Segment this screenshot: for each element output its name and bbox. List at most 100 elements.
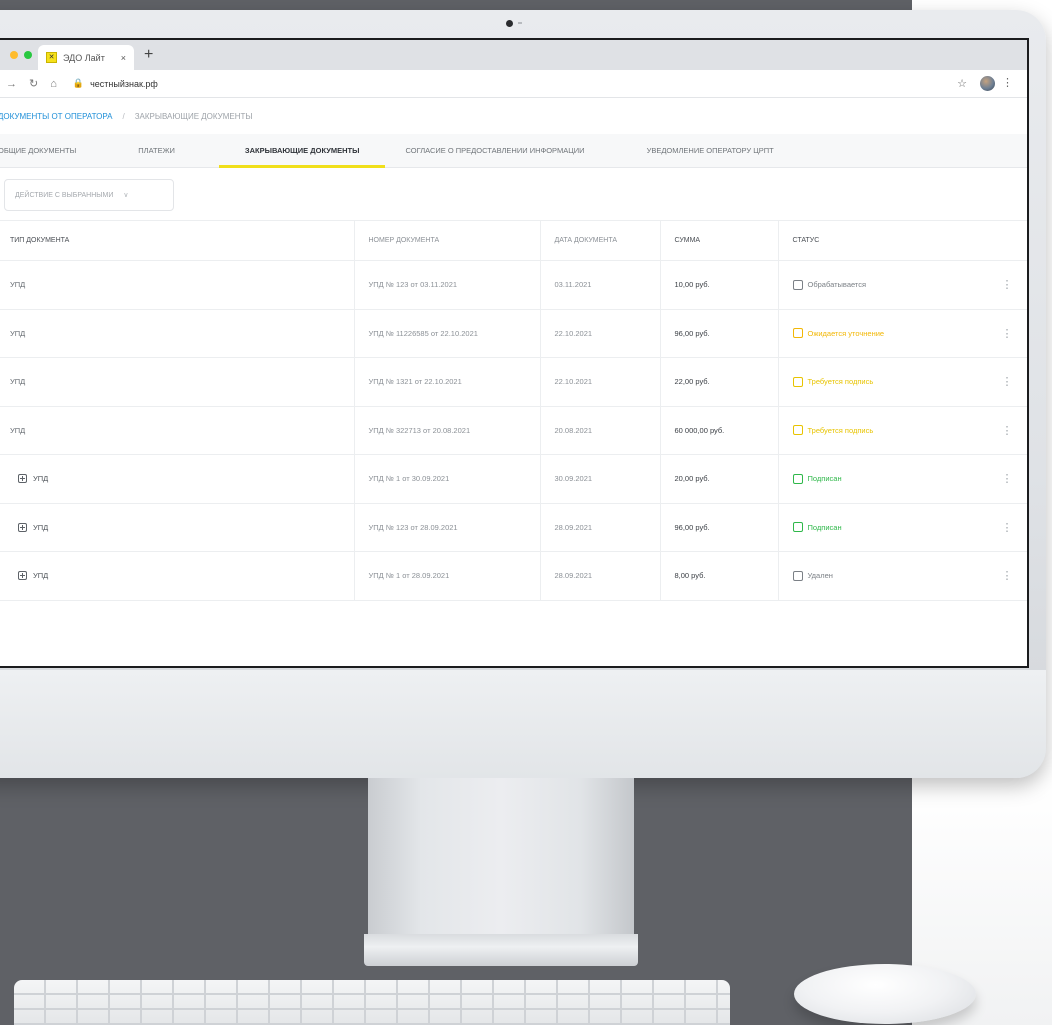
camera	[506, 20, 513, 27]
expand-icon[interactable]	[18, 571, 27, 581]
cell-sum: 22,00 руб.	[659, 357, 778, 407]
cell-status: Требуется подпись	[777, 406, 987, 455]
close-tab-icon[interactable]: ×	[121, 53, 126, 63]
status-icon	[792, 473, 803, 484]
cell-type: УПД	[0, 454, 354, 504]
new-tab-button[interactable]: +	[144, 46, 153, 64]
document-tabs: ОБЩИЕ ДОКУМЕНТЫ ПЛАТЕЖИ ЗАКРЫВАЮЩИЕ ДОКУ…	[0, 134, 1027, 168]
screen-bezel: ✕ ЭДО Лайт × + → ↻ ⌂ 🔒 честныйзнак.рф ☆ …	[0, 38, 1029, 668]
status-badge: Ожидается уточнение	[807, 328, 885, 338]
row-menu-icon[interactable]: ⋮	[987, 406, 1027, 455]
cell-type: УПД	[0, 309, 354, 358]
status-icon	[792, 279, 803, 290]
row-menu-icon[interactable]: ⋮	[987, 454, 1027, 504]
expand-icon[interactable]	[18, 522, 27, 532]
tab-information-consent[interactable]: СОГЛАСИЕ О ПРЕДОСТАВЛЕНИИ ИНФОРМАЦИИ	[385, 134, 628, 167]
column-header-type[interactable]: ТИП ДОКУМЕНТА	[0, 220, 354, 261]
status-icon	[792, 570, 803, 581]
url-field[interactable]: честныйзнак.рф	[90, 79, 158, 89]
column-header-number[interactable]: НОМЕР ДОКУМЕНТА	[353, 220, 540, 261]
breadcrumb-separator: /	[122, 111, 125, 121]
browser-tab-strip: ✕ ЭДО Лайт × +	[0, 40, 1027, 70]
status-badge: Требуется подпись	[807, 377, 874, 387]
avatar[interactable]	[980, 76, 995, 91]
cell-sum: 60 000,00 руб.	[659, 406, 778, 455]
browser-window: ✕ ЭДО Лайт × + → ↻ ⌂ 🔒 честныйзнак.рф ☆ …	[0, 40, 1027, 666]
row-menu-icon[interactable]: ⋮	[987, 357, 1027, 407]
monitor-chin	[0, 670, 1046, 778]
cell-sum: 8,00 руб.	[659, 551, 778, 601]
browser-tab[interactable]: ✕ ЭДО Лайт ×	[38, 45, 134, 70]
status-icon	[792, 522, 803, 533]
column-header-sum[interactable]: СУММА	[659, 220, 778, 261]
cell-sum: 20,00 руб.	[659, 454, 778, 504]
cell-date: 03.11.2021	[539, 260, 660, 310]
cell-sum: 96,00 руб.	[659, 309, 778, 358]
status-badge: Подписан	[807, 522, 842, 532]
cell-type: УПД	[0, 406, 354, 455]
toolbar: ДЕЙСТВИЕ С ВЫБРАННЫМИ ∨	[0, 168, 1027, 220]
table-header-row: ТИП ДОКУМЕНТА НОМЕР ДОКУМЕНТА ДАТА ДОКУМ…	[0, 220, 1027, 261]
lock-icon[interactable]: 🔒	[73, 78, 84, 89]
row-menu-icon[interactable]: ⋮	[987, 503, 1027, 552]
cell-number[interactable]: УПД № 1 от 30.09.2021	[353, 454, 540, 504]
status-badge: Подписан	[807, 474, 842, 484]
monitor-stand	[368, 778, 634, 938]
row-menu-icon[interactable]: ⋮	[987, 260, 1027, 310]
cell-sum: 96,00 руб.	[659, 503, 778, 552]
cell-type: УПД	[0, 551, 354, 601]
reload-icon[interactable]: ↻	[29, 77, 38, 90]
mouse	[794, 964, 976, 1024]
cell-sum: 10,00 руб.	[659, 260, 778, 310]
table-row[interactable]: УПД УПД № 123 от 03.11.2021 03.11.2021 10,0…	[0, 260, 1027, 310]
table-row[interactable]: УПД УПД № 1 от 30.09.2021 30.09.2021 20,00 …	[0, 454, 1027, 504]
documents-table: ТИП ДОКУМЕНТА НОМЕР ДОКУМЕНТА ДАТА ДОКУМ…	[0, 220, 1027, 601]
keyboard	[14, 980, 730, 1025]
table-row[interactable]: УПД УПД № 1321 от 22.10.2021 22.10.2021 22,…	[0, 357, 1027, 407]
cell-status: Обрабатывается	[777, 260, 987, 310]
expand-icon[interactable]	[18, 474, 27, 484]
cell-type-text: УПД	[33, 474, 49, 484]
tab-payments[interactable]: ПЛАТЕЖИ	[120, 134, 219, 167]
column-header-date[interactable]: ДАТА ДОКУМЕНТА	[539, 220, 660, 261]
cell-type-text: УПД	[33, 571, 49, 581]
cell-number[interactable]: УПД № 123 от 28.09.2021	[353, 503, 540, 552]
cell-status: Подписан	[777, 503, 987, 552]
table-row[interactable]: УПД УПД № 1 от 28.09.2021 28.09.2021 8,00 р…	[0, 551, 1027, 601]
cell-number[interactable]: УПД № 1321 от 22.10.2021	[353, 357, 540, 407]
browser-tab-title: ЭДО Лайт	[63, 52, 105, 63]
cell-number[interactable]: УПД № 11226585 от 22.10.2021	[353, 309, 540, 358]
row-menu-icon[interactable]: ⋮	[987, 551, 1027, 601]
bulk-actions-dropdown[interactable]: ДЕЙСТВИЕ С ВЫБРАННЫМИ ∨	[4, 179, 174, 211]
status-badge: Требуется подпись	[807, 425, 874, 435]
monitor-base	[364, 934, 638, 966]
monitor: ✕ ЭДО Лайт × + → ↻ ⌂ 🔒 честныйзнак.рф ☆ …	[0, 10, 1046, 778]
cell-number[interactable]: УПД № 1 от 28.09.2021	[353, 551, 540, 601]
arrow-right-icon[interactable]: →	[6, 78, 17, 90]
tab-general-documents[interactable]: ОБЩИЕ ДОКУМЕНТЫ	[0, 134, 120, 167]
column-header-status[interactable]: СТАТУС	[777, 220, 987, 261]
cell-type-text: УПД	[33, 522, 49, 532]
tab-operator-notification[interactable]: УВЕДОМЛЕНИЕ ОПЕРАТОРУ ЦРПТ	[629, 134, 792, 167]
cell-status: Требуется подпись	[777, 357, 987, 407]
table-row[interactable]: УПД УПД № 322713 от 20.08.2021 20.08.2021 6…	[0, 406, 1027, 455]
cell-date: 22.10.2021	[539, 357, 660, 407]
status-badge: Обрабатывается	[807, 280, 867, 290]
cell-type: УПД	[0, 503, 354, 552]
home-icon[interactable]: ⌂	[50, 78, 57, 90]
cell-number[interactable]: УПД № 123 от 03.11.2021	[353, 260, 540, 310]
edo-logo-icon: ✕	[46, 52, 57, 63]
minimize-window-button[interactable]	[10, 51, 18, 59]
table-row[interactable]: УПД УПД № 123 от 28.09.2021 28.09.2021 96,0…	[0, 503, 1027, 552]
maximize-window-button[interactable]	[24, 51, 32, 59]
breadcrumb-current: ЗАКРЫВАЮЩИЕ ДОКУМЕНТЫ	[134, 111, 253, 121]
star-icon[interactable]: ☆	[957, 77, 967, 90]
breadcrumb-root-link[interactable]: ДОКУМЕНТЫ ОТ ОПЕРАТОРА	[0, 112, 112, 121]
more-vertical-icon[interactable]: ⋮	[1002, 76, 1013, 89]
cell-type: УПД	[0, 260, 354, 310]
chevron-down-icon: ∨	[123, 192, 129, 199]
cell-number[interactable]: УПД № 322713 от 20.08.2021	[353, 406, 540, 455]
table-row[interactable]: УПД УПД № 11226585 от 22.10.2021 22.10.202…	[0, 309, 1027, 358]
row-menu-icon[interactable]: ⋮	[987, 309, 1027, 358]
tab-closing-documents[interactable]: ЗАКРЫВАЮЩИЕ ДОКУМЕНТЫ	[218, 134, 386, 168]
